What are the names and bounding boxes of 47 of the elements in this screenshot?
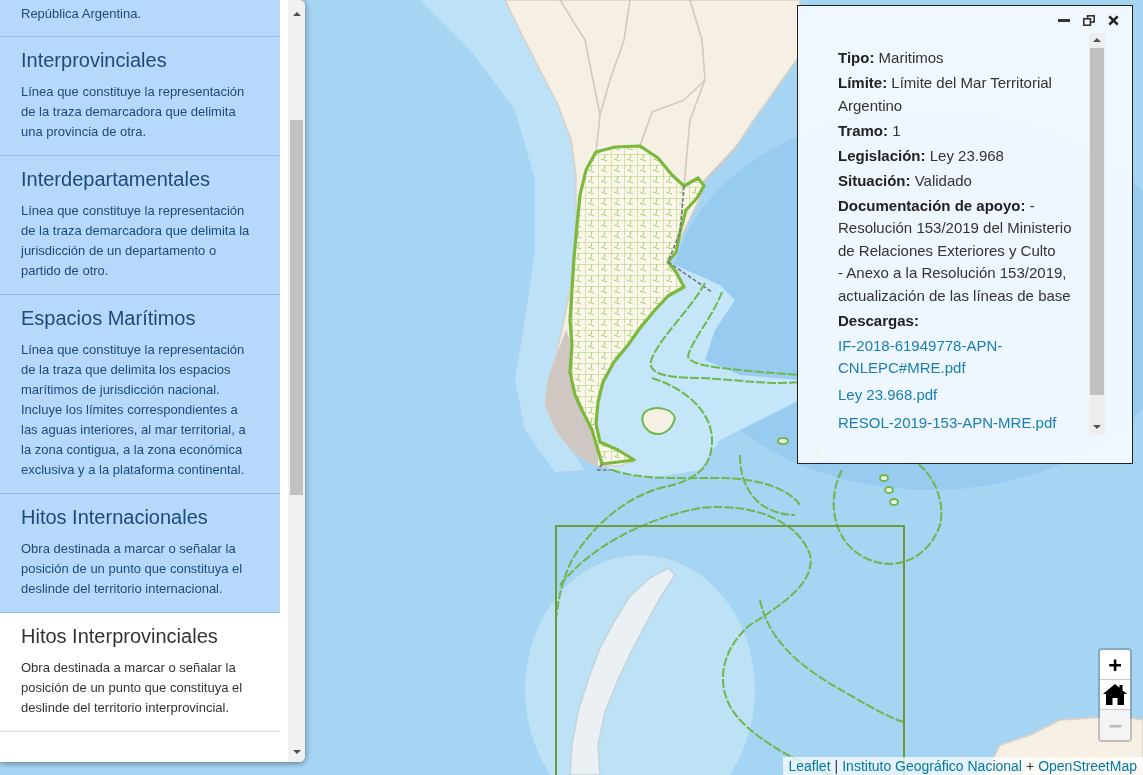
zoom-in-button[interactable]: + bbox=[1100, 650, 1130, 680]
attribution-separator: + bbox=[1025, 757, 1035, 775]
feature-attribute: Tipo: Maritimos bbox=[838, 48, 945, 68]
up-arrow-icon[interactable] bbox=[1093, 38, 1101, 42]
download-link[interactable]: RESOL-2019-153-APN-MRE.pdf bbox=[838, 411, 1078, 434]
layer-title: Hitos Internacionales bbox=[21, 505, 209, 529]
layer-description: Obra destinada a marcar o señalar la posición de un punto que constituya el deslinde del territorio internacional. bbox=[21, 540, 244, 598]
layer-title: Hitos Interprovinciales bbox=[21, 624, 219, 648]
layer-title: Interprovinciales bbox=[21, 48, 168, 72]
feature-attribute: Límite: Límite del Mar Territorial Argentino bbox=[838, 73, 1053, 116]
layer-item[interactable]: Hitos Internacionales Obra destinada a marcar o señalar la posición de un punto que constituya el deslinde del territorio internacional. bbox=[0, 494, 280, 613]
layer-item[interactable]: Interdepartamentales Línea que constituye la representación de la traza demarcadora que delimita la jurisdicción de un departamento o partido de otro. bbox=[0, 156, 280, 295]
layer-description: Obra destinada a marcar o señalar la posición de un punto que constituya el deslinde del territorio interprovincial. bbox=[21, 659, 244, 717]
island bbox=[641, 407, 676, 436]
layer-item[interactable]: República Argentina. bbox=[0, 0, 280, 37]
up-arrow-icon[interactable] bbox=[292, 12, 301, 16]
feature-attribute: Situación: Validado bbox=[838, 170, 973, 191]
layer-item[interactable] bbox=[0, 295, 280, 494]
attribution-link[interactable]: OpenStreetMap bbox=[1038, 757, 1137, 775]
scrollbar-track[interactable] bbox=[288, 0, 305, 762]
scrollbar-thumb[interactable] bbox=[1090, 48, 1104, 395]
scrollbar-track[interactable] bbox=[1089, 33, 1105, 435]
layer-item[interactable]: Hitos Interprovinciales Obra destinada a marcar o señalar la posición de un punto que constituya el deslinde del territorio interprovincial. bbox=[0, 613, 280, 732]
download-link[interactable]: IF-2018-61949778-APN-CNLEPC#MRE.pdf bbox=[838, 334, 1078, 379]
island bbox=[777, 437, 789, 445]
attribution-link[interactable]: Leaflet bbox=[788, 757, 831, 775]
down-arrow-icon[interactable] bbox=[1093, 425, 1101, 429]
layer-description: Línea que constituye la representación de la traza demarcadora que delimita una provincia de otra. bbox=[21, 83, 246, 141]
feature-attribute: Legislación: Ley 23.968 bbox=[838, 145, 1005, 166]
layer-item[interactable]: Interprovinciales Línea que constituye la representación de la traza demarcadora que delimita una provincia de otra. bbox=[0, 37, 280, 156]
layer-description: República Argentina. bbox=[21, 5, 142, 23]
layer-title: Espacios Marítimos bbox=[21, 306, 197, 330]
home-icon bbox=[1103, 684, 1127, 705]
layer-title: Interdepartamentales bbox=[21, 167, 211, 191]
restore-icon[interactable] bbox=[1083, 15, 1095, 26]
download-link[interactable]: Ley 23.968.pdf bbox=[838, 384, 1078, 406]
attribution-separator: | bbox=[834, 757, 839, 775]
layer-description: Línea que constituye la representación de la traza demarcadora que delimita la jurisdicción de un departamento o partido de otro. bbox=[21, 202, 251, 280]
attribution-link[interactable]: Instituto Geográfico Nacional bbox=[842, 757, 1022, 775]
scrollbar-thumb[interactable] bbox=[290, 120, 303, 495]
down-arrow-icon[interactable] bbox=[292, 750, 301, 754]
downloads-label: Descargas: bbox=[838, 310, 920, 331]
home-button[interactable] bbox=[1100, 680, 1130, 710]
feature-attribute: Documentación de apoyo: - Resolución 153/2019 del Ministerio de Relaciones Exteriores y Culto - Anexo a la Resolución 153/2019, actualización de las líneas de base bbox=[838, 195, 1073, 306]
feature-attribute: Tramo: 1 bbox=[838, 120, 902, 141]
layer-description: Línea que constituye la representación de la traza que delimita los espacios marítimos de jurisdicción nacional. Incluye los límites correspondientes a las aguas interiores, al mar territorial, a la zona contigua, a la zona económica exclusiva y a la plataforma continental. bbox=[21, 341, 247, 479]
close-icon[interactable] bbox=[1108, 15, 1119, 26]
